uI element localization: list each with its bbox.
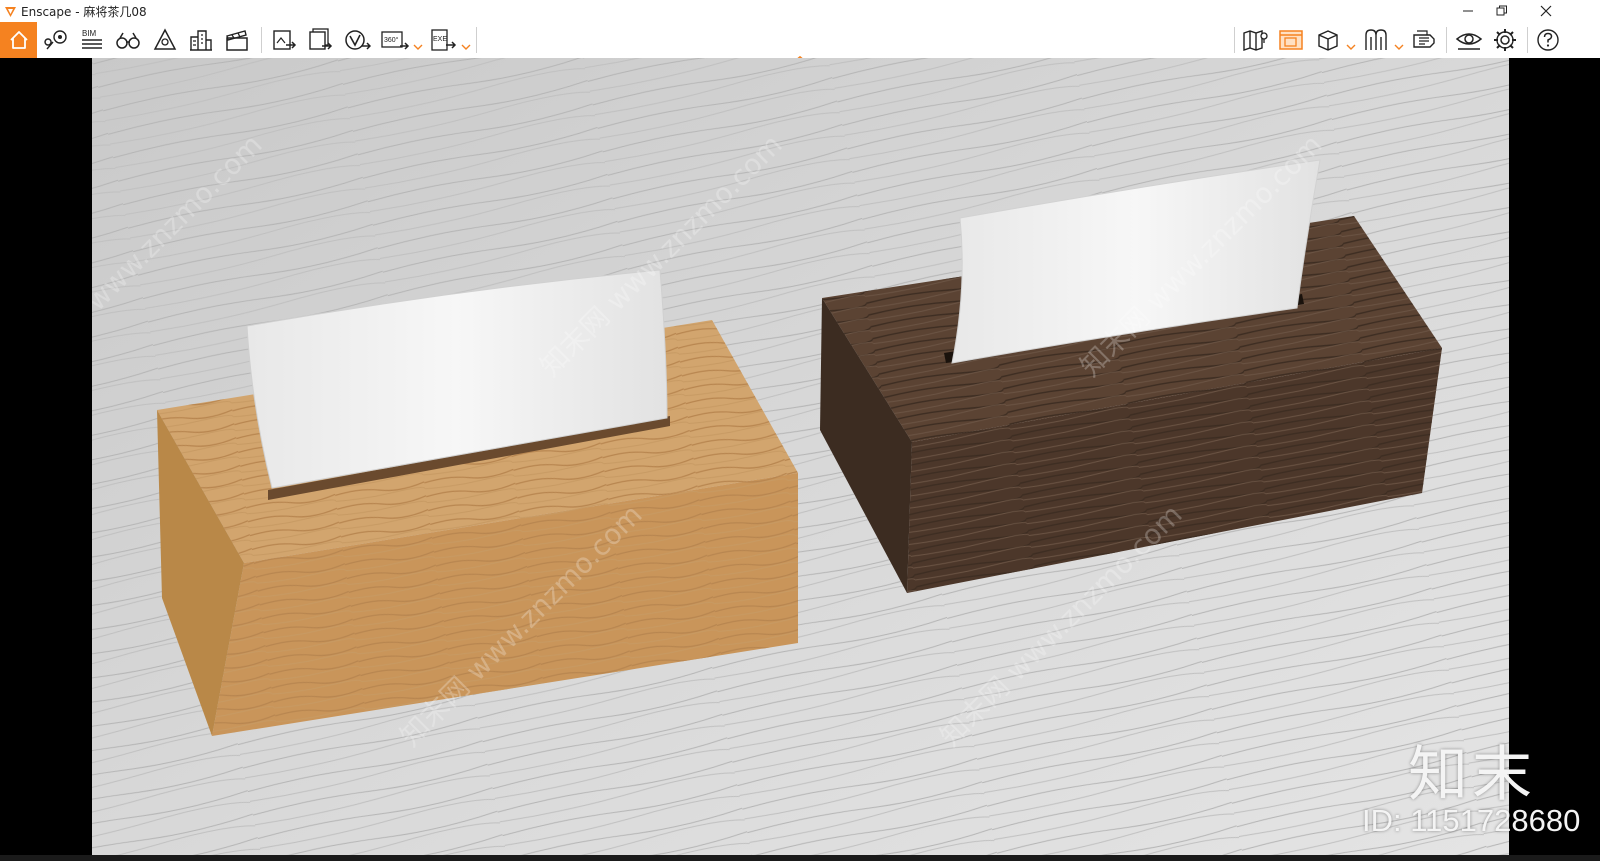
watermark-id: ID: 1151728680 — [1362, 803, 1581, 838]
render-viewport[interactable]: 知末网 www.znzmo.com 知末网 www.znzmo.com 知末网 … — [92, 58, 1509, 855]
bim-label: BIM — [82, 29, 97, 38]
close-icon[interactable] — [1526, 0, 1566, 22]
map-icon[interactable] — [1240, 26, 1270, 54]
toolbar-separator — [1446, 27, 1447, 53]
eye-icon[interactable] — [1454, 26, 1484, 54]
views-icon[interactable] — [41, 26, 71, 54]
enscape-logo-icon — [3, 4, 17, 18]
collapse-toolbar-icon[interactable] — [792, 48, 808, 63]
vr-link-icon[interactable] — [342, 26, 372, 54]
render-window-icon[interactable] — [1276, 26, 1306, 54]
bim-list-icon[interactable]: BIM — [77, 26, 107, 54]
toolbar-separator — [1527, 27, 1528, 53]
clapperboard-icon[interactable] — [222, 26, 252, 54]
watermark-logo: 知末 — [1408, 740, 1536, 810]
city-icon[interactable] — [186, 26, 216, 54]
rendered-scene: 知末网 www.znzmo.com 知末网 www.znzmo.com 知末网 … — [92, 58, 1509, 855]
restore-icon[interactable] — [1482, 0, 1522, 22]
batch-render-icon[interactable] — [305, 26, 335, 54]
toolbar-separator — [261, 27, 262, 53]
status-bar — [0, 855, 1600, 861]
title-bar: Enscape - 麻将茶几08 — [0, 0, 1600, 22]
chevron-down-icon[interactable] — [461, 36, 471, 50]
chevron-down-icon[interactable] — [1346, 36, 1356, 50]
render-image-icon[interactable] — [269, 26, 299, 54]
visual-settings-icon[interactable] — [1361, 26, 1391, 54]
chevron-down-icon[interactable] — [1394, 36, 1404, 50]
home-icon[interactable] — [0, 22, 37, 58]
cube-view-icon[interactable] — [1313, 26, 1343, 54]
settings-gear-icon[interactable] — [1490, 26, 1520, 54]
chevron-down-icon[interactable] — [413, 36, 423, 50]
main-toolbar: BIM 360° EXE — [0, 22, 1600, 63]
help-icon[interactable] — [1533, 26, 1563, 54]
export-exe-icon[interactable]: EXE — [428, 26, 458, 54]
window-title: Enscape - 麻将茶几08 — [21, 4, 147, 19]
capture-icon[interactable] — [1409, 26, 1439, 54]
toolbar-separator — [1234, 27, 1235, 53]
panorama-360-icon[interactable]: 360° — [380, 26, 410, 54]
toolbar-separator — [476, 27, 477, 53]
panorama-label: 360° — [384, 36, 399, 44]
asset-library-icon[interactable] — [150, 26, 180, 54]
binoculars-icon[interactable] — [113, 26, 143, 54]
exe-label: EXE — [433, 36, 447, 43]
